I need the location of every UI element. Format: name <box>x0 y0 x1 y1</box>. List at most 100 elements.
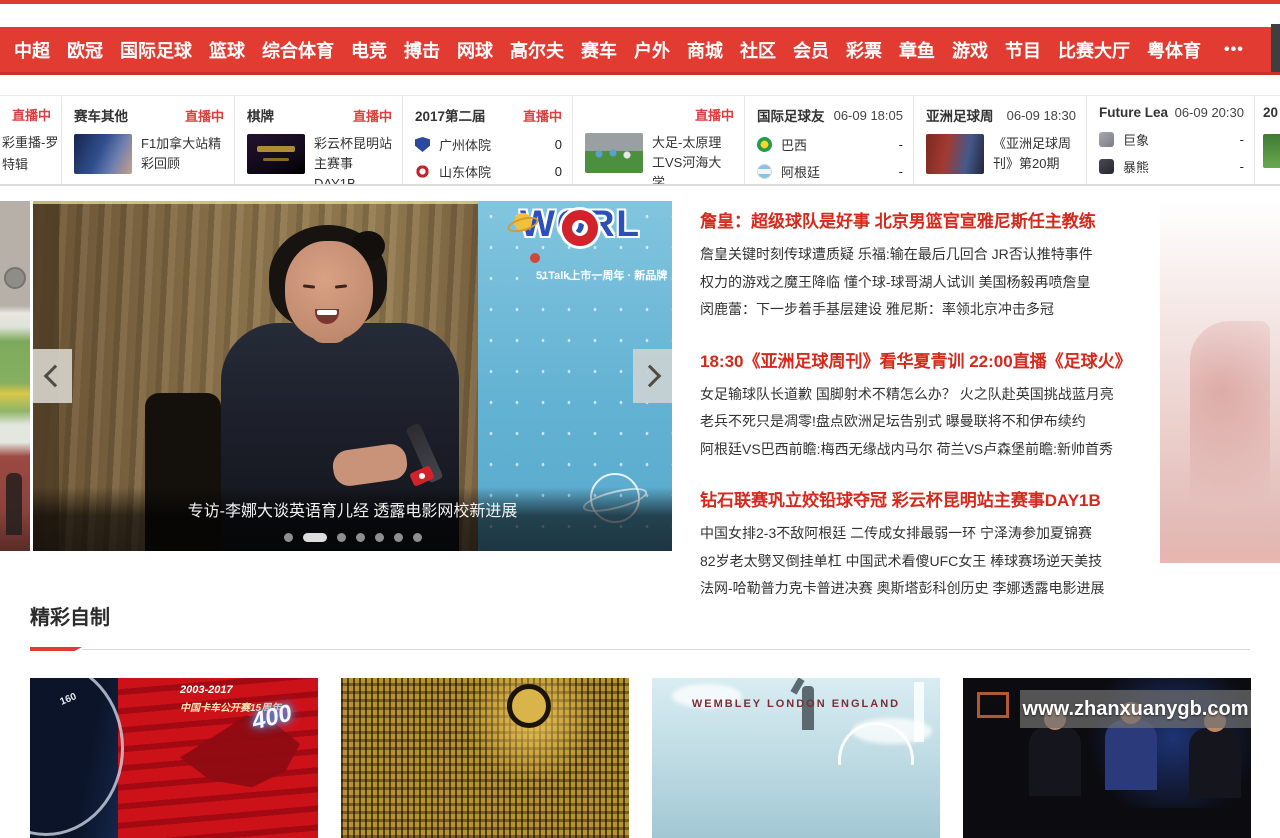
card-thumbnail <box>1263 134 1280 168</box>
nav-item-community[interactable]: 社区 <box>740 37 776 63</box>
player-silhouette <box>1105 720 1157 790</box>
live-card-poker[interactable]: 棋牌 直播中 彩云杯昆明站主赛事DAY1B <box>235 96 403 184</box>
news-headline[interactable]: 钻石联赛巩立姣铅球夺冠 彩云杯昆明站主赛事DAY1B <box>700 486 1198 511</box>
news-line[interactable]: 老兵不死只是凋零!盘点欧洲足坛告别式 曝曼联将不和伊布续约 <box>700 408 1198 436</box>
nav-item-match-hall[interactable]: 比赛大厅 <box>1058 37 1130 63</box>
carousel-dots <box>33 533 672 542</box>
top-accent-line <box>0 0 1280 4</box>
red-ring-letter-o <box>562 210 598 246</box>
card-title: 彩云杯昆明站主赛事DAY1B <box>314 134 392 184</box>
news-line[interactable]: 阿根廷VS巴西前瞻:梅西无缘战内马尔 荷兰VS卢森堡前瞻:新帅首秀 <box>700 436 1198 464</box>
nav-item-csl[interactable]: 中超 <box>14 37 50 63</box>
more-menu-icon[interactable]: ••• <box>1224 41 1244 59</box>
nav-item-racing[interactable]: 赛车 <box>581 37 617 63</box>
live-card-partial-right[interactable]: 20 <box>1255 96 1280 184</box>
nav-item-outdoor[interactable]: 户外 <box>634 37 670 63</box>
nav-item-fighting[interactable]: 搏击 <box>404 37 440 63</box>
carousel-dot[interactable] <box>394 533 403 542</box>
nav-item-yue-sports[interactable]: 粤体育 <box>1147 37 1201 63</box>
news-headline[interactable]: 詹皇：超级球队是好事 北京男篮官宣雅尼斯任主教练 <box>700 207 1198 232</box>
card-category-label: 亚洲足球周 <box>926 105 994 125</box>
live-card-asian-weekly[interactable]: 亚洲足球周 06-09 18:30 《亚洲足球周刊》第20期 <box>914 96 1087 184</box>
news-line[interactable]: 詹皇关键时刻传球遭质疑 乐福:输在最后几回合 JR否认推特事件 <box>700 241 1198 269</box>
live-badge: 直播中 <box>523 106 562 125</box>
team-row: 山东体院 0 <box>415 162 562 181</box>
news-line[interactable]: 82岁老太劈叉倒挂单杠 中国武术看傻UFC女王 棒球赛场逆天美技 <box>700 548 1198 576</box>
eye <box>303 284 315 288</box>
nav-item-intl-football[interactable]: 国际足球 <box>120 37 192 63</box>
wembley-caption: WEMBLEY LONDON ENGLAND <box>652 698 940 710</box>
basketball-hoop-icon <box>977 692 1009 718</box>
news-line[interactable]: 女足输球队长道歉 国脚射术不精怎么办？ 火之队赴英国挑战蓝月亮 <box>700 381 1198 409</box>
live-badge: 直播中 <box>185 106 224 125</box>
section-divider <box>30 647 1250 651</box>
saturn-planet-icon <box>514 213 532 231</box>
card-category-label: 赛车其他 <box>74 105 128 125</box>
team-score: 0 <box>555 137 562 152</box>
nav-item-basketball[interactable]: 篮球 <box>209 37 245 63</box>
card-thumbnail <box>585 133 643 173</box>
news-line[interactable]: 闵鹿蕾：下一步着手基层建设 雅尼斯：率领北京冲击多冠 <box>700 296 1198 324</box>
nav-item-programs[interactable]: 节目 <box>1005 37 1041 63</box>
team-row: 阿根廷 - <box>757 162 903 181</box>
chevron-left-icon <box>44 365 67 388</box>
carousel-dot[interactable] <box>337 533 346 542</box>
news-line[interactable]: 中国女排2-3不敌阿根廷 二传成女排最弱一环 宁泽涛参加夏锦赛 <box>700 520 1198 548</box>
person-face <box>285 241 373 341</box>
nav-end-bar <box>1271 24 1280 72</box>
peek-figure <box>6 473 22 535</box>
match-time: 06-09 18:05 <box>834 108 903 123</box>
nav-item-general-sports[interactable]: 综合体育 <box>262 37 334 63</box>
thumb-truck-racing[interactable]: 160 2003-2017 中国卡车公开赛15周年 400 <box>30 678 318 838</box>
gold-emblem <box>507 684 551 728</box>
nav-item-esports[interactable]: 电竞 <box>351 37 387 63</box>
carousel-previous-slide-peek <box>0 201 30 551</box>
live-card-future-league[interactable]: Future Lea 06-09 20:30 巨象 - 暴熊 - <box>1087 96 1255 184</box>
carousel-dot[interactable] <box>375 533 384 542</box>
nav-item-ucl[interactable]: 欧冠 <box>67 37 103 63</box>
live-match-strip: 直播中 彩重播-罗 特辑 赛车其他 直播中 F1加拿大站精彩回顾 棋牌 直播中 … <box>0 95 1280 186</box>
nav-item-golf[interactable]: 高尔夫 <box>510 37 564 63</box>
hero-carousel[interactable]: WORL 51Talk上市一周年 · 新品牌 专访-李娜大谈英语育儿经 透露电影… <box>33 201 672 551</box>
carousel-next-button[interactable] <box>633 349 672 403</box>
team-score: - <box>1240 159 1244 174</box>
nav-item-tennis[interactable]: 网球 <box>457 37 493 63</box>
live-card-partial-left[interactable]: 直播中 彩重播-罗 特辑 <box>0 96 62 184</box>
live-card-text: 特辑 <box>2 154 51 176</box>
nav-item-lottery[interactable]: 彩票 <box>846 37 882 63</box>
card-thumbnail <box>247 134 305 174</box>
carousel-prev-button[interactable] <box>33 349 72 403</box>
featured-thumbnails: 160 2003-2017 中国卡车公开赛15周年 400 WEMBLEY LO… <box>0 678 1280 838</box>
nav-item-octopus[interactable]: 章鱼 <box>899 37 935 63</box>
news-block-football: 18:30《亚洲足球周刊》看华夏青训 22:00直播《足球火》 女足输球队长道歉… <box>700 347 1198 464</box>
live-card-univ-football[interactable]: 直播中 大足-太原理工VS河海大学 <box>573 96 745 184</box>
watermark-text: www.zhanxuanygb.com <box>1023 698 1249 721</box>
carousel-dot[interactable] <box>356 533 365 542</box>
live-card-racing[interactable]: 赛车其他 直播中 F1加拿大站精彩回顾 <box>62 96 235 184</box>
nav-item-games[interactable]: 游戏 <box>952 37 988 63</box>
thumb-basketball[interactable]: www.zhanxuanygb.com <box>963 678 1251 838</box>
chevron-right-icon <box>639 365 662 388</box>
bear-team-logo-icon <box>1099 159 1114 174</box>
news-headline[interactable]: 18:30《亚洲足球周刊》看华夏青训 22:00直播《足球火》 <box>700 347 1198 372</box>
carousel-dot[interactable] <box>413 533 422 542</box>
news-line[interactable]: 法网-哈勒普力克卡普进决赛 奥斯塔彭科创历史 李娜透露电影进展 <box>700 575 1198 603</box>
live-card-college-match[interactable]: 2017第二届 直播中 广州体院 0 山东体院 0 <box>403 96 573 184</box>
live-badge: 直播中 <box>12 105 51 124</box>
carousel-caption[interactable]: 专访-李娜大谈英语育儿经 透露电影网校新进展 <box>33 497 672 521</box>
brazil-flag-icon <box>757 137 772 152</box>
card-category-label: 棋牌 <box>247 105 274 125</box>
team-name: 阿根廷 <box>781 162 893 181</box>
carousel-dot-active[interactable] <box>303 533 327 542</box>
live-card-text: 彩重播-罗 <box>2 132 51 154</box>
main-nav: 中超 欧冠 国际足球 篮球 综合体育 电竞 搏击 网球 高尔夫 赛车 户外 商城… <box>0 27 1280 75</box>
live-card-intl-friendly[interactable]: 国际足球友 06-09 18:05 巴西 - 阿根廷 - <box>745 96 914 184</box>
carousel-dot[interactable] <box>284 533 293 542</box>
thumb-gold-crowd[interactable] <box>341 678 629 838</box>
news-line[interactable]: 权力的游戏之魔王降临 懂个球-球哥湖人试训 美国杨毅再喷詹皇 <box>700 269 1198 297</box>
thumb-wembley[interactable]: WEMBLEY LONDON ENGLAND <box>652 678 940 838</box>
nav-item-mall[interactable]: 商城 <box>687 37 723 63</box>
thumb-years: 2003-2017 <box>180 684 233 696</box>
nav-item-member[interactable]: 会员 <box>793 37 829 63</box>
team-name: 山东体院 <box>439 162 549 181</box>
